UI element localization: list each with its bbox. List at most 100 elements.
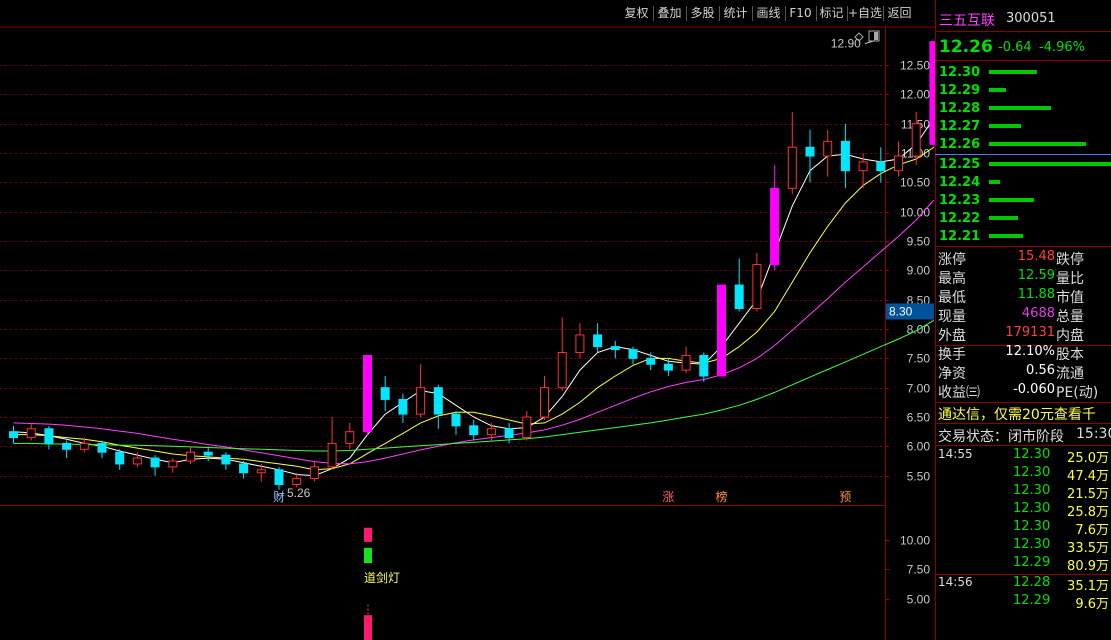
order-book-row-buy[interactable]: 12.24 [935,174,1111,192]
stat-label: 涨停 [938,252,966,268]
y-axis-tick-label: 7.50 [907,352,931,366]
candle [433,384,443,429]
stock-code: 300051 [1006,11,1056,26]
stat-right-label: 市值 [1056,290,1084,306]
order-book-row-buy[interactable]: 12.25 [935,156,1111,174]
order-book-row-sell[interactable]: 12.26 [935,136,1111,154]
candle-body [115,451,125,465]
y-axis-tick-label: 7.00 [907,382,931,396]
stat-label: 净资 [938,366,966,382]
candle-body [398,398,408,415]
tick-price: 12.30 [1013,465,1051,480]
stat-value: 15.48 [1017,249,1055,264]
candle-body [62,442,72,450]
indicator-segment [364,547,372,564]
candle [345,422,355,450]
order-book-row-buy[interactable]: 12.23 [935,192,1111,210]
indicator-segment [364,615,372,640]
order-book-row-sell[interactable]: 12.29 [935,82,1111,100]
stat-value: 0.56 [1026,363,1055,378]
order-volume-bar [989,124,1021,128]
candle-body [256,469,266,474]
book-divider [935,246,1111,247]
candle [62,440,72,459]
candle-body [433,387,443,415]
stat-label: 外盘 [938,328,966,344]
candle-body [646,357,656,365]
candle [327,417,337,470]
tick-row: 12.30 7.6万 [935,519,1111,538]
candle [557,317,567,391]
tick-volume: 7.6万 [1075,523,1109,538]
tick-price: 12.28 [1013,575,1051,590]
bid-ask-divider [935,154,1111,155]
y-axis-tick-label: 6.50 [907,411,931,425]
candle-body [752,264,762,310]
order-book-row-buy[interactable]: 12.22 [935,210,1111,228]
stat-label: 换手 [938,347,966,363]
order-volume-bar [989,198,1034,202]
candle [840,123,850,189]
indicator-axis-label: 10.00 [900,534,930,548]
candle [239,461,249,479]
candle [97,440,107,459]
stats-end-divider [935,402,1111,403]
candle-body [770,187,780,266]
candle [699,352,709,382]
candle [221,452,231,470]
stat-label: 最低 [938,290,966,306]
promo-notice[interactable]: 通达信，仅需20元查看千 [938,404,1096,424]
order-book-row-sell[interactable]: 12.28 [935,100,1111,118]
candle-body [911,123,921,157]
candle [416,364,426,418]
event-marker[interactable]: 涨 [662,489,674,504]
order-price: 12.22 [939,211,981,226]
order-volume-bar [989,142,1086,146]
candle [628,346,638,365]
candle-body [451,413,461,427]
candle-body [787,146,797,189]
current-price-marker-label: 8.30 [889,304,913,318]
candle-body [876,161,886,172]
y-axis-tick-label: 6.00 [907,440,931,454]
candle-body [239,463,249,474]
tick-price: 12.29 [1013,555,1051,570]
tick-row: 12.30 21.5万 [935,483,1111,502]
event-marker[interactable]: 预 [839,490,851,504]
stat-value: -0.060 [1013,382,1055,397]
candle-body [380,387,390,400]
tick-volume: 80.9万 [1067,559,1109,574]
right-panel: 三五互联 300051 12.26 -0.64 -4.96% 12.30 12.29 12.2… [935,0,1111,640]
stat-right-label: 总量 [1056,309,1084,325]
order-price: 12.26 [939,137,981,152]
candle-body [132,457,142,465]
candle-body [858,161,868,172]
stat-right-label: 内盘 [1056,328,1084,344]
indicator-axis-label: 7.50 [907,563,931,577]
tick-volume: 47.4万 [1067,469,1109,484]
candle-body [44,428,54,444]
y-axis-tick-label: 12.00 [900,88,930,102]
candle-body [805,146,815,157]
candle [168,458,178,473]
order-price: 12.28 [939,101,981,116]
stat-value: 179131 [1005,325,1055,340]
candle-body [663,363,673,371]
stat-value: 12.59 [1017,268,1055,283]
tick-price: 12.29 [1013,593,1051,608]
order-book-row-buy[interactable]: 12.21 [935,228,1111,246]
y-axis-tick-label: 5.50 [907,470,931,484]
candle [876,147,886,183]
candle [309,461,319,482]
price-change-pct: -4.96% [1039,40,1085,55]
tick-price: 12.30 [1013,501,1051,516]
event-marker[interactable]: 财 [273,490,285,504]
y-axis-tick-label: 10.00 [900,206,930,220]
candle [150,455,160,476]
kline-chart[interactable]: 5.506.006.507.007.508.008.509.009.5010.0… [0,0,935,640]
order-book-row-sell[interactable]: 12.27 [935,118,1111,136]
indicator-axis-label: 5.00 [907,593,931,607]
order-book-row-sell[interactable]: 12.30 [935,64,1111,82]
event-marker[interactable]: 榜 [716,489,728,504]
candle-body [840,140,850,172]
